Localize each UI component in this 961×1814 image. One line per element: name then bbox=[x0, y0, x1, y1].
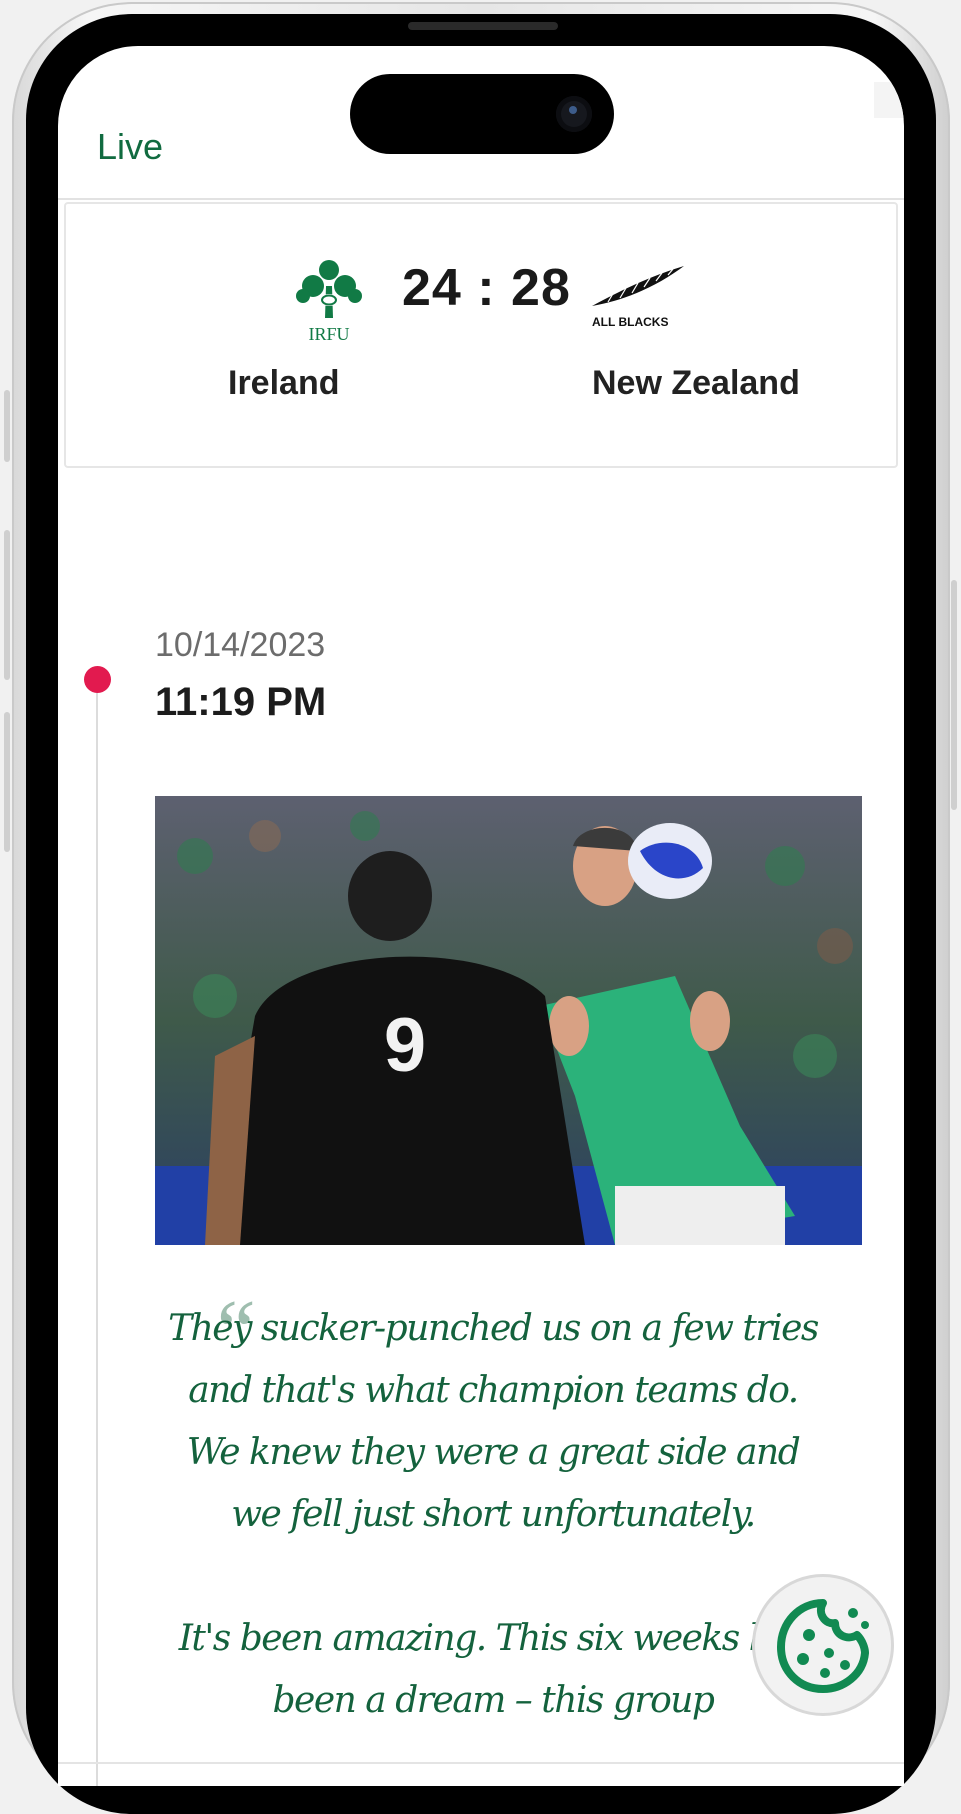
timeline-dot bbox=[84, 666, 111, 693]
camera-icon bbox=[556, 96, 592, 132]
away-team-name: New Zealand bbox=[592, 364, 800, 402]
entry-quote: They sucker-punched us on a few tries an… bbox=[168, 1308, 819, 1721]
bottom-divider bbox=[58, 1762, 904, 1764]
entry-date: 10/14/2023 bbox=[155, 626, 326, 664]
timeline-line bbox=[96, 672, 98, 1786]
cookie-icon bbox=[777, 1599, 869, 1693]
power-button bbox=[951, 580, 957, 810]
irfu-logo-text: IRFU bbox=[308, 324, 349, 344]
home-team-name: Ireland bbox=[228, 364, 340, 402]
volume-down-button bbox=[4, 712, 10, 852]
match-photo[interactable]: 9 bbox=[155, 796, 862, 1245]
cookie-settings-button[interactable] bbox=[752, 1574, 894, 1716]
header-divider bbox=[58, 198, 904, 200]
earpiece-speaker bbox=[408, 22, 558, 30]
page-title: Live bbox=[97, 126, 164, 167]
jersey-number-text: 9 bbox=[384, 1003, 426, 1088]
match-score: 24 : 28 bbox=[402, 259, 571, 317]
screen: Live IRFU 24 : 28 ALL BLACKS Ireland New… bbox=[58, 46, 904, 1786]
all-blacks-logo-text: ALL BLACKS bbox=[592, 315, 668, 329]
screen-corner bbox=[874, 82, 904, 118]
volume-up-button bbox=[4, 530, 10, 680]
shamrock-icon: IRFU bbox=[296, 260, 362, 344]
score-card[interactable]: IRFU 24 : 28 ALL BLACKS Ireland New Zeal… bbox=[64, 202, 898, 468]
silver-fern-icon: ALL BLACKS bbox=[592, 266, 684, 329]
dynamic-island bbox=[350, 74, 614, 154]
mute-switch bbox=[4, 390, 10, 462]
entry-time: 11:19 PM bbox=[155, 680, 327, 724]
